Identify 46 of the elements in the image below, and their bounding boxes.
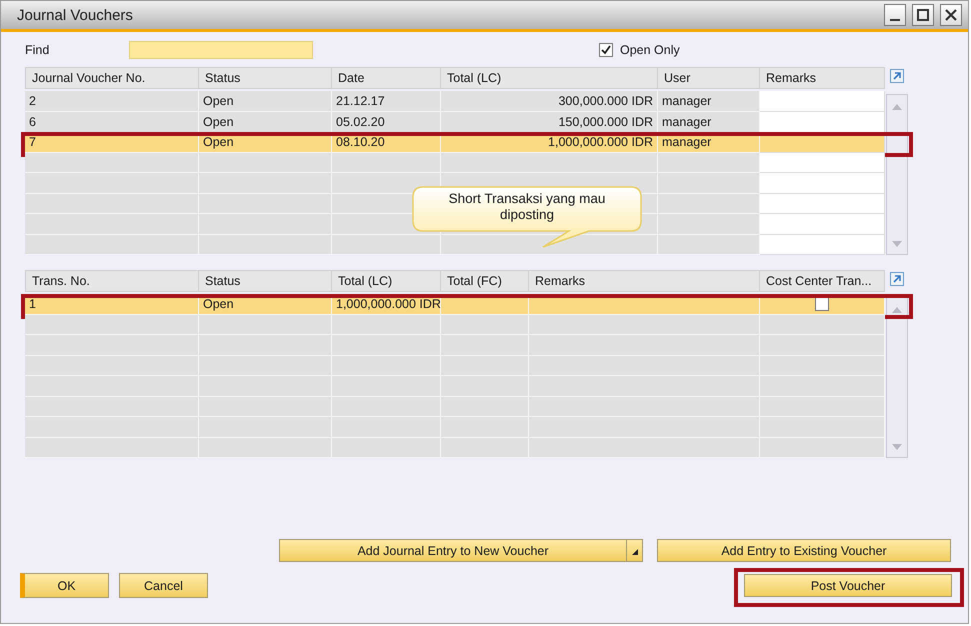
column-header[interactable]: Status [199,270,332,292]
action-button[interactable]: Add Entry to Existing Voucher [657,539,951,562]
column-header[interactable]: Remarks [760,67,885,89]
expand-icon[interactable] [890,69,904,86]
scrollbar[interactable] [886,297,908,458]
open-only-checkbox[interactable] [599,43,613,57]
table-cell: 21.12.17 [332,91,441,112]
table-cell[interactable] [760,173,885,194]
find-label: Find [25,43,50,57]
find-field[interactable] [129,41,313,59]
column-header[interactable]: Date [332,67,441,89]
column-header[interactable]: Status [199,67,332,89]
callout-text: Short Transaksi yang mau diposting [448,191,606,223]
expand-icon[interactable] [890,272,904,289]
column-header[interactable]: Journal Voucher No. [25,67,199,89]
table-cell: 2 [25,91,199,112]
table-row[interactable]: 6 Open 05.02.20 150,000.000 IDR manager [25,112,885,132]
row-checkbox[interactable] [815,297,829,311]
table-cell: 6 [25,112,199,132]
column-header[interactable]: Cost Center Tran... [760,270,885,292]
dialog-button[interactable]: Cancel [119,573,208,598]
table-cell[interactable] [760,112,885,132]
table-cell[interactable] [760,194,885,214]
dialog-button[interactable]: OK [20,573,109,598]
table-cell: 300,000.000 IDR [441,91,658,112]
open-only-label: Open Only [620,43,680,57]
table-cell[interactable] [760,234,885,255]
table-cell[interactable] [760,91,885,112]
table-cell: Open [199,112,332,132]
column-header[interactable]: Trans. No. [25,270,199,292]
table-cell: manager [658,91,760,112]
table-cell[interactable] [760,152,885,173]
table-cell: Open [199,91,332,112]
table-row[interactable]: 2 Open 21.12.17 300,000.000 IDR manager [25,91,885,112]
table-cell: 05.02.20 [332,112,441,132]
post-button[interactable]: Post Voucher [744,574,952,597]
column-header[interactable]: Remarks [529,270,760,292]
table-cell[interactable] [760,214,885,234]
column-header[interactable]: Total (FC) [441,270,529,292]
column-header[interactable]: Total (LC) [441,67,658,89]
column-header[interactable]: Total (LC) [332,270,441,292]
split-button[interactable]: Add Journal Entry to New Voucher [279,539,643,562]
window-title: Journal Vouchers [17,6,134,24]
table-cell: 150,000.000 IDR [441,112,658,132]
table-cell: manager [658,112,760,132]
column-header[interactable]: User [658,67,760,89]
